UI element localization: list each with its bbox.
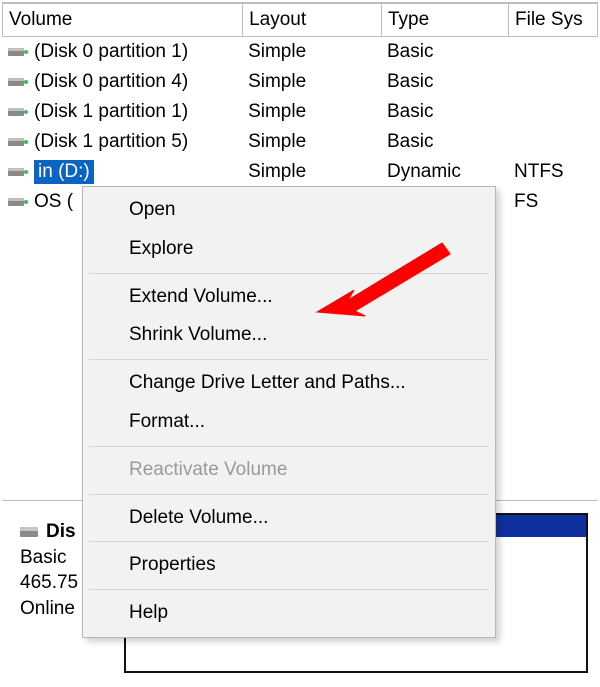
menu-help[interactable]: Help [85, 594, 493, 633]
menu-separator [89, 541, 489, 542]
menu-format[interactable]: Format... [85, 403, 493, 442]
volume-icon [8, 75, 28, 89]
volume-table: Volume Layout Type File Sys (Disk 0 part… [2, 2, 598, 217]
volume-name: (Disk 0 partition 1) [34, 41, 188, 63]
volume-name: (Disk 1 partition 5) [34, 131, 188, 153]
cell-fs: FS [508, 191, 598, 213]
menu-reactivate-volume: Reactivate Volume [85, 451, 493, 490]
table-row[interactable]: (Disk 1 partition 5) Simple Basic [2, 127, 598, 157]
cell-type: Basic [381, 131, 508, 153]
cell-type: Basic [381, 41, 508, 63]
cell-layout: Simple [242, 161, 381, 183]
cell-layout: Simple [242, 71, 381, 93]
volume-name-selected: in (D:) [34, 160, 94, 184]
volume-name: (Disk 1 partition 1) [34, 101, 188, 123]
col-header-filesystem[interactable]: File Sys [508, 3, 598, 37]
menu-separator [89, 494, 489, 495]
col-header-layout-label: Layout [249, 9, 306, 31]
col-header-type[interactable]: Type [381, 3, 508, 37]
volume-table-header: Volume Layout Type File Sys [2, 3, 598, 37]
volume-icon [8, 105, 28, 119]
volume-context-menu: Open Explore Extend Volume... Shrink Vol… [82, 186, 496, 638]
table-row[interactable]: (Disk 0 partition 4) Simple Basic [2, 67, 598, 97]
volume-icon [8, 195, 28, 209]
volume-name: (Disk 0 partition 4) [34, 71, 188, 93]
disk-name: Dis [46, 519, 76, 545]
cell-type: Dynamic [381, 161, 508, 183]
menu-separator [89, 273, 489, 274]
menu-change-letter[interactable]: Change Drive Letter and Paths... [85, 364, 493, 403]
cell-layout: Simple [242, 101, 381, 123]
volume-name: OS ( [34, 191, 73, 213]
table-row[interactable]: (Disk 1 partition 1) Simple Basic [2, 97, 598, 127]
cell-type: Basic [381, 101, 508, 123]
menu-separator [89, 446, 489, 447]
cell-layout: Simple [242, 131, 381, 153]
volume-icon [8, 135, 28, 149]
cell-layout: Simple [242, 41, 381, 63]
volume-icon [8, 165, 28, 179]
table-row-selected[interactable]: in (D:) Simple Dynamic NTFS [2, 157, 598, 187]
volume-icon [8, 45, 28, 59]
menu-open[interactable]: Open [85, 191, 493, 230]
table-row[interactable]: (Disk 0 partition 1) Simple Basic [2, 37, 598, 67]
menu-shrink-volume[interactable]: Shrink Volume... [85, 316, 493, 355]
menu-delete-volume[interactable]: Delete Volume... [85, 499, 493, 538]
cell-type: Basic [381, 71, 508, 93]
menu-separator [89, 589, 489, 590]
disk-management-window: Volume Layout Type File Sys (Disk 0 part… [0, 0, 600, 687]
menu-explore[interactable]: Explore [85, 230, 493, 269]
col-header-layout[interactable]: Layout [242, 3, 381, 37]
col-header-volume-label: Volume [9, 9, 72, 31]
cell-fs: NTFS [508, 161, 598, 183]
menu-separator [89, 359, 489, 360]
menu-extend-volume[interactable]: Extend Volume... [85, 278, 493, 317]
col-header-filesystem-label: File Sys [515, 9, 583, 31]
col-header-volume[interactable]: Volume [2, 3, 242, 37]
col-header-type-label: Type [388, 9, 429, 31]
menu-properties[interactable]: Properties [85, 546, 493, 585]
disk-icon [20, 525, 40, 539]
